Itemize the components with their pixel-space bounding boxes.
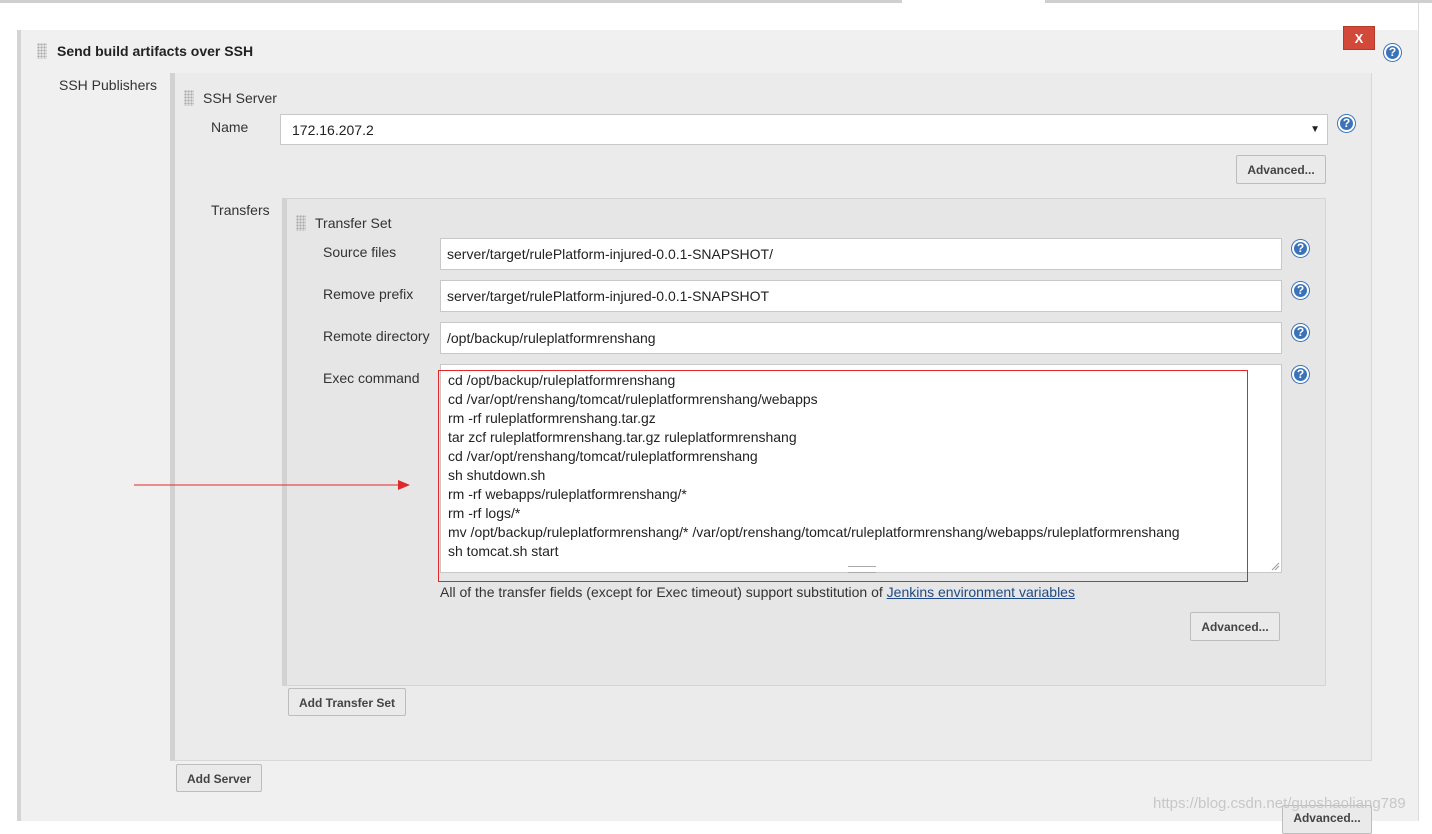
top-tab-border [0, 0, 1432, 3]
annotation-highlight-box [438, 370, 1248, 582]
ssh-server-title: SSH Server [203, 90, 277, 106]
remote-directory-input[interactable]: /opt/backup/ruleplatformrenshang [440, 322, 1282, 354]
drag-handle-icon[interactable] [37, 43, 47, 59]
transfer-advanced-button[interactable]: Advanced... [1190, 612, 1280, 641]
transfer-set-title: Transfer Set [315, 215, 392, 231]
right-scroll-edge [1418, 3, 1432, 821]
chevron-down-icon: ▼ [1310, 124, 1320, 135]
drag-handle-icon[interactable] [184, 90, 194, 106]
jenkins-env-vars-link[interactable]: Jenkins environment variables [887, 584, 1075, 600]
substitution-note-text: All of the transfer fields (except for E… [440, 584, 887, 600]
source-files-label: Source files [323, 244, 397, 260]
ssh-publishers-label: SSH Publishers [59, 77, 158, 93]
server-advanced-button[interactable]: Advanced... [1236, 155, 1326, 184]
help-icon[interactable]: ? [1292, 282, 1309, 299]
remove-prefix-input[interactable]: server/target/rulePlatform-injured-0.0.1… [440, 280, 1282, 312]
substitution-note: All of the transfer fields (except for E… [440, 584, 1075, 600]
exec-command-label: Exec command [323, 370, 420, 386]
help-icon[interactable]: ? [1338, 115, 1355, 132]
delete-section-button[interactable]: X [1343, 26, 1375, 50]
watermark: https://blog.csdn.net/guoshaoliang789 [1153, 795, 1406, 812]
transfers-label: Transfers [211, 202, 270, 218]
remote-directory-label: Remote directory [323, 328, 430, 344]
name-label: Name [211, 119, 249, 135]
help-icon[interactable]: ? [1384, 44, 1401, 61]
remove-prefix-label: Remove prefix [323, 286, 414, 302]
section-title: Send build artifacts over SSH [57, 43, 254, 59]
annotation-arrow-icon [134, 480, 410, 490]
add-transfer-set-button[interactable]: Add Transfer Set [288, 688, 406, 716]
help-icon[interactable]: ? [1292, 324, 1309, 341]
help-icon[interactable]: ? [1292, 366, 1309, 383]
source-files-input[interactable]: server/target/rulePlatform-injured-0.0.1… [440, 238, 1282, 270]
drag-handle-icon[interactable] [296, 215, 306, 231]
help-icon[interactable]: ? [1292, 240, 1309, 257]
server-name-select[interactable]: 172.16.207.2 ▼ [280, 114, 1328, 145]
server-name-value: 172.16.207.2 [292, 122, 374, 138]
active-tab-gap [902, 0, 1045, 3]
resize-handle-icon[interactable] [1270, 561, 1280, 571]
add-server-button[interactable]: Add Server [176, 764, 262, 792]
